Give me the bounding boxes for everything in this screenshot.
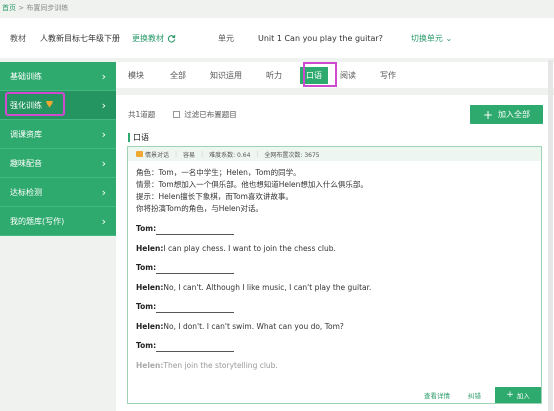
sidebar-item-label: 我的题库(写作) bbox=[10, 216, 65, 226]
chevron-right-icon: › bbox=[101, 69, 106, 83]
highlight-box bbox=[5, 92, 65, 116]
module-label: 模块 bbox=[128, 70, 144, 80]
chevron-right-icon: › bbox=[101, 185, 106, 199]
plus-icon: + bbox=[506, 390, 514, 400]
sidebar-item-label: 调课资库 bbox=[10, 129, 42, 139]
dialogue-line: Tom: bbox=[136, 339, 533, 359]
instruction-hint: 提示：Helen擅长下象棋，而Tom喜欢讲故事。 bbox=[136, 192, 293, 201]
tab-reading[interactable]: 阅读 bbox=[340, 70, 356, 81]
question-type: 情景对话 bbox=[136, 150, 169, 159]
breadcrumb-separator: > bbox=[18, 4, 25, 12]
dialogue-line: Tom: bbox=[136, 261, 533, 281]
unit-value: Unit 1 Can you play the guitar? bbox=[258, 33, 383, 43]
tab-highlight-box bbox=[303, 62, 337, 87]
answer-blank bbox=[156, 226, 235, 235]
question-body: 角色：Tom，一名中学生；Helen，Tom的同学。 情景：Tom想加入一个俱乐… bbox=[128, 161, 541, 378]
answer-blank bbox=[156, 304, 235, 313]
tab-all[interactable]: 全部 bbox=[170, 70, 186, 81]
scrollbar[interactable] bbox=[548, 60, 553, 411]
instruction-task: 你将扮演Tom的角色，与Helen对话。 bbox=[136, 204, 263, 213]
chevron-down-icon: ⌄ bbox=[445, 33, 453, 43]
sidebar-item-my-bank[interactable]: 我的题库(写作) › bbox=[0, 207, 116, 236]
sidebar-item-standard-test[interactable]: 达标检测 › bbox=[0, 178, 116, 207]
dialogue-line: Helen:No, I can't. Although I like music… bbox=[136, 282, 372, 292]
filter-label: 过滤已布置题目 bbox=[184, 110, 237, 119]
add-all-label: 加入全部 bbox=[498, 110, 531, 119]
sidebar-item-fun-dubbing[interactable]: 趣味配音 › bbox=[0, 149, 116, 178]
dialogue: Tom: Helen:I can play chess. I want to j… bbox=[136, 222, 533, 378]
assigned-count: 全网布置次数: 3675 bbox=[264, 151, 320, 159]
material-value: 人教新目标七年级下册 bbox=[40, 33, 120, 43]
card-footer: 查看详情 纠错 + 加入 bbox=[128, 387, 541, 403]
textbook-bar: 教材 人教新目标七年级下册 更换教材 单元 Unit 1 Can you pla… bbox=[0, 18, 554, 58]
divider: | bbox=[175, 150, 178, 158]
instruction-scene: 情景：Tom想加入一个俱乐部。他也想知道Helen想加入什么俱乐部。 bbox=[136, 180, 368, 189]
dialogue-line: Helen:Then join the storytelling club. bbox=[136, 360, 278, 370]
dialogue-line: Tom: bbox=[136, 222, 533, 242]
tab-knowledge[interactable]: 知识运用 bbox=[210, 70, 242, 81]
breadcrumb-home-link[interactable]: 首页 bbox=[2, 4, 16, 12]
chevron-right-icon: › bbox=[101, 98, 106, 112]
question-list: 共1道题 过滤已布置题目 + 加入全部 口语 情景对话 | 容易 | 难度系数:… bbox=[116, 95, 554, 411]
list-toolbar: 共1道题 过滤已布置题目 bbox=[128, 109, 237, 120]
difficulty-badge: 容易 bbox=[183, 151, 196, 159]
breadcrumb-current: 布置同步训练 bbox=[26, 4, 69, 12]
refresh-icon bbox=[167, 34, 176, 43]
medal-icon bbox=[136, 151, 143, 157]
view-detail-link[interactable]: 查看详情 bbox=[424, 390, 450, 400]
question-meta: 情景对话 | 容易 | 难度系数: 0.64 | 全网布置次数: 3675 bbox=[128, 147, 541, 161]
divider: | bbox=[201, 150, 204, 158]
chevron-right-icon: › bbox=[101, 156, 106, 170]
breadcrumb: 首页 > 布置同步训练 bbox=[0, 0, 554, 18]
filter-checkbox[interactable] bbox=[173, 111, 181, 118]
tab-writing[interactable]: 写作 bbox=[380, 70, 396, 81]
answer-blank bbox=[156, 265, 235, 274]
sidebar-item-label: 基础训练 bbox=[10, 71, 42, 81]
unit-label: 单元 bbox=[218, 33, 234, 43]
switch-unit-link[interactable]: 切换单元 ⌄ bbox=[411, 33, 452, 44]
answer-blank bbox=[156, 343, 235, 352]
dialogue-line: Tom: bbox=[136, 300, 533, 320]
change-material-label: 更换教材 bbox=[132, 33, 164, 43]
sidebar-item-label: 达标检测 bbox=[10, 187, 42, 197]
dialogue-line: Helen:No, I don't. I can't swim. What ca… bbox=[136, 321, 344, 331]
switch-unit-label: 切换单元 bbox=[410, 33, 443, 43]
difficulty-coefficient: 难度系数: 0.64 bbox=[209, 151, 251, 159]
add-all-button[interactable]: + 加入全部 bbox=[470, 105, 543, 124]
chevron-right-icon: › bbox=[101, 214, 106, 228]
sidebar-item-basic-training[interactable]: 基础训练 › bbox=[0, 62, 116, 91]
instruction-roles: 角色：Tom，一名中学生；Helen，Tom的同学。 bbox=[136, 168, 301, 177]
divider: | bbox=[256, 150, 259, 158]
question-card: 情景对话 | 容易 | 难度系数: 0.64 | 全网布置次数: 3675 角色… bbox=[127, 146, 542, 404]
sidebar: 基础训练 › 强化训练 › 调课资库 › 趣味配音 › 达标检测 › 我的题库(… bbox=[0, 62, 116, 242]
sidebar-item-resource-library[interactable]: 调课资库 › bbox=[0, 120, 116, 149]
question-count: 共1道题 bbox=[128, 110, 156, 119]
section-title: 口语 bbox=[128, 133, 149, 142]
change-material-link[interactable]: 更换教材 bbox=[132, 33, 176, 44]
tab-listening[interactable]: 听力 bbox=[266, 70, 282, 81]
sidebar-item-label: 趣味配音 bbox=[10, 158, 42, 168]
dialogue-line: Helen:I can play chess. I want to join t… bbox=[136, 243, 336, 253]
add-question-button[interactable]: + 加入 bbox=[495, 387, 541, 403]
material-label: 教材 bbox=[10, 33, 26, 43]
report-error-link[interactable]: 纠错 bbox=[468, 390, 481, 400]
plus-icon: + bbox=[482, 107, 494, 122]
chevron-right-icon: › bbox=[101, 127, 106, 141]
